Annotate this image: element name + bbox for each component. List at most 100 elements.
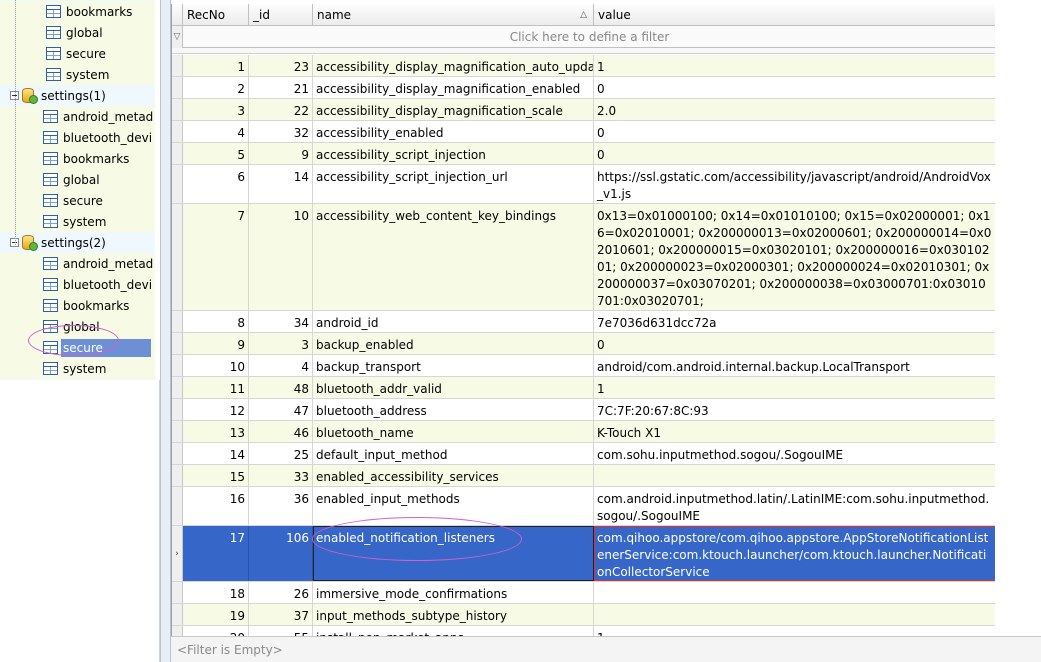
- cell-recno[interactable]: 3: [183, 99, 249, 120]
- table-row[interactable]: 11 48 bluetooth_addr_valid 1: [172, 377, 995, 399]
- table-row[interactable]: 15 33 enabled_accessibility_services: [172, 465, 995, 487]
- cell-value[interactable]: 7C:7F:20:67:8C:93: [594, 399, 995, 420]
- table-row[interactable]: › 17 106 enabled_notification_listeners com.…: [172, 526, 995, 582]
- cell-id[interactable]: 14: [249, 165, 313, 203]
- cell-recno[interactable]: 1: [183, 55, 249, 76]
- table-row[interactable]: 2 21 accessibility_display_magnification_e…: [172, 77, 995, 99]
- tree-group-settings1[interactable]: settings(1): [0, 85, 155, 106]
- tree-item-secure[interactable]: secure: [0, 337, 155, 358]
- table-row[interactable]: 7 10 accessibility_web_content_key_binding…: [172, 204, 995, 311]
- cell-name[interactable]: input_methods_subtype_history: [313, 604, 594, 625]
- cell-id[interactable]: 26: [249, 582, 313, 603]
- tree-item-secure[interactable]: secure: [0, 43, 155, 64]
- cell-id[interactable]: 22: [249, 99, 313, 120]
- cell-id[interactable]: 33: [249, 465, 313, 486]
- cell-name[interactable]: default_input_method: [313, 443, 594, 464]
- cell-recno[interactable]: 10: [183, 355, 249, 376]
- cell-value[interactable]: 0x13=0x01000100; 0x14=0x01010100; 0x15=0…: [594, 204, 995, 310]
- tree-item-bluetooth_devi[interactable]: bluetooth_devi: [0, 127, 155, 148]
- cell-value[interactable]: 1: [594, 626, 995, 636]
- row-indicator[interactable]: [172, 165, 183, 203]
- cell-recno[interactable]: 20: [183, 626, 249, 636]
- cell-recno[interactable]: 7: [183, 204, 249, 310]
- column-header-value[interactable]: value: [594, 4, 995, 26]
- tree-item-bluetooth_devi[interactable]: bluetooth_devi: [0, 274, 155, 295]
- cell-value[interactable]: 2.0: [594, 99, 995, 120]
- table-row[interactable]: 8 34 android_id 7e7036d631dcc72a: [172, 311, 995, 333]
- cell-id[interactable]: 106: [249, 526, 313, 581]
- cell-value[interactable]: https://ssl.gstatic.com/accessibility/ja…: [594, 165, 995, 203]
- cell-value[interactable]: android/com.android.internal.backup.Loca…: [594, 355, 995, 376]
- cell-recno[interactable]: 14: [183, 443, 249, 464]
- tree-item-global[interactable]: global: [0, 316, 155, 337]
- cell-name[interactable]: accessibility_web_content_key_bindings: [313, 204, 594, 310]
- cell-value[interactable]: [594, 582, 995, 603]
- column-header-id[interactable]: _id: [249, 4, 313, 26]
- cell-recno[interactable]: 17: [183, 526, 249, 581]
- cell-name[interactable]: immersive_mode_confirmations: [313, 582, 594, 603]
- filter-row[interactable]: ▽ Click here to define a filter: [172, 26, 995, 48]
- cell-id[interactable]: 47: [249, 399, 313, 420]
- cell-name[interactable]: enabled_input_methods: [313, 487, 594, 525]
- cell-id[interactable]: 34: [249, 311, 313, 332]
- table-row[interactable]: 18 26 immersive_mode_confirmations: [172, 582, 995, 604]
- database-tree[interactable]: bookmarks global secure system settings(1) an…: [0, 0, 155, 380]
- filter-placeholder[interactable]: Click here to define a filter: [183, 26, 995, 48]
- cell-recno[interactable]: 9: [183, 333, 249, 354]
- row-indicator[interactable]: [172, 55, 183, 76]
- cell-name[interactable]: android_id: [313, 311, 594, 332]
- cell-name[interactable]: bluetooth_addr_valid: [313, 377, 594, 398]
- cell-recno[interactable]: 6: [183, 165, 249, 203]
- cell-recno[interactable]: 2: [183, 77, 249, 98]
- cell-name[interactable]: enabled_accessibility_services: [313, 465, 594, 486]
- cell-recno[interactable]: 16: [183, 487, 249, 525]
- table-row[interactable]: 13 46 bluetooth_name K-Touch X1: [172, 421, 995, 443]
- cell-value[interactable]: com.qihoo.appstore/com.qihoo.appstore.Ap…: [594, 526, 995, 581]
- cell-name[interactable]: accessibility_display_magnification_enab…: [313, 77, 594, 98]
- tree-item-bookmarks[interactable]: bookmarks: [0, 1, 155, 22]
- column-header-recno[interactable]: RecNo: [183, 4, 249, 26]
- data-grid[interactable]: RecNo _id name △ value ▽ Click here to d…: [171, 4, 995, 636]
- cell-value[interactable]: 0: [594, 121, 995, 142]
- tree-item-system[interactable]: system: [0, 211, 155, 232]
- cell-name[interactable]: bluetooth_name: [313, 421, 594, 442]
- row-indicator[interactable]: [172, 582, 183, 603]
- cell-value[interactable]: 1: [594, 55, 995, 76]
- cell-name[interactable]: accessibility_display_magnification_auto…: [313, 55, 594, 76]
- cell-value[interactable]: 1: [594, 377, 995, 398]
- cell-name[interactable]: backup_transport: [313, 355, 594, 376]
- cell-name[interactable]: enabled_notification_listeners: [313, 526, 594, 581]
- row-indicator[interactable]: [172, 311, 183, 332]
- row-indicator[interactable]: [172, 77, 183, 98]
- cell-name[interactable]: install_non_market_apps: [313, 626, 594, 636]
- row-indicator[interactable]: [172, 443, 183, 464]
- row-indicator[interactable]: [172, 465, 183, 486]
- cell-id[interactable]: 9: [249, 143, 313, 164]
- cell-id[interactable]: 10: [249, 204, 313, 310]
- cell-recno[interactable]: 12: [183, 399, 249, 420]
- cell-recno[interactable]: 15: [183, 465, 249, 486]
- table-row[interactable]: 6 14 accessibility_script_injection_url htt…: [172, 165, 995, 204]
- tree-group-settings2[interactable]: settings(2): [0, 232, 155, 253]
- cell-value[interactable]: K-Touch X1: [594, 421, 995, 442]
- cell-value[interactable]: com.android.inputmethod.latin/.LatinIME:…: [594, 487, 995, 525]
- funnel-icon[interactable]: ▽: [172, 26, 183, 48]
- tree-item-bookmarks[interactable]: bookmarks: [0, 148, 155, 169]
- cell-name[interactable]: accessibility_display_magnification_scal…: [313, 99, 594, 120]
- row-indicator[interactable]: [172, 355, 183, 376]
- row-indicator[interactable]: [172, 143, 183, 164]
- table-row[interactable]: 12 47 bluetooth_address 7C:7F:20:67:8C:93: [172, 399, 995, 421]
- row-indicator[interactable]: [172, 399, 183, 420]
- cell-value[interactable]: com.sohu.inputmethod.sogou/.SogouIME: [594, 443, 995, 464]
- row-indicator[interactable]: [172, 487, 183, 525]
- cell-recno[interactable]: 13: [183, 421, 249, 442]
- table-row[interactable]: 2055install_non_market_apps1: [172, 626, 995, 636]
- cell-recno[interactable]: 11: [183, 377, 249, 398]
- cell-recno[interactable]: 5: [183, 143, 249, 164]
- panel-splitter[interactable]: [160, 0, 171, 662]
- row-indicator[interactable]: [172, 626, 183, 636]
- row-indicator[interactable]: [172, 421, 183, 442]
- tree-item-global[interactable]: global: [0, 22, 155, 43]
- row-indicator[interactable]: [172, 604, 183, 625]
- table-row[interactable]: 10 4 backup_transport android/com.android.i…: [172, 355, 995, 377]
